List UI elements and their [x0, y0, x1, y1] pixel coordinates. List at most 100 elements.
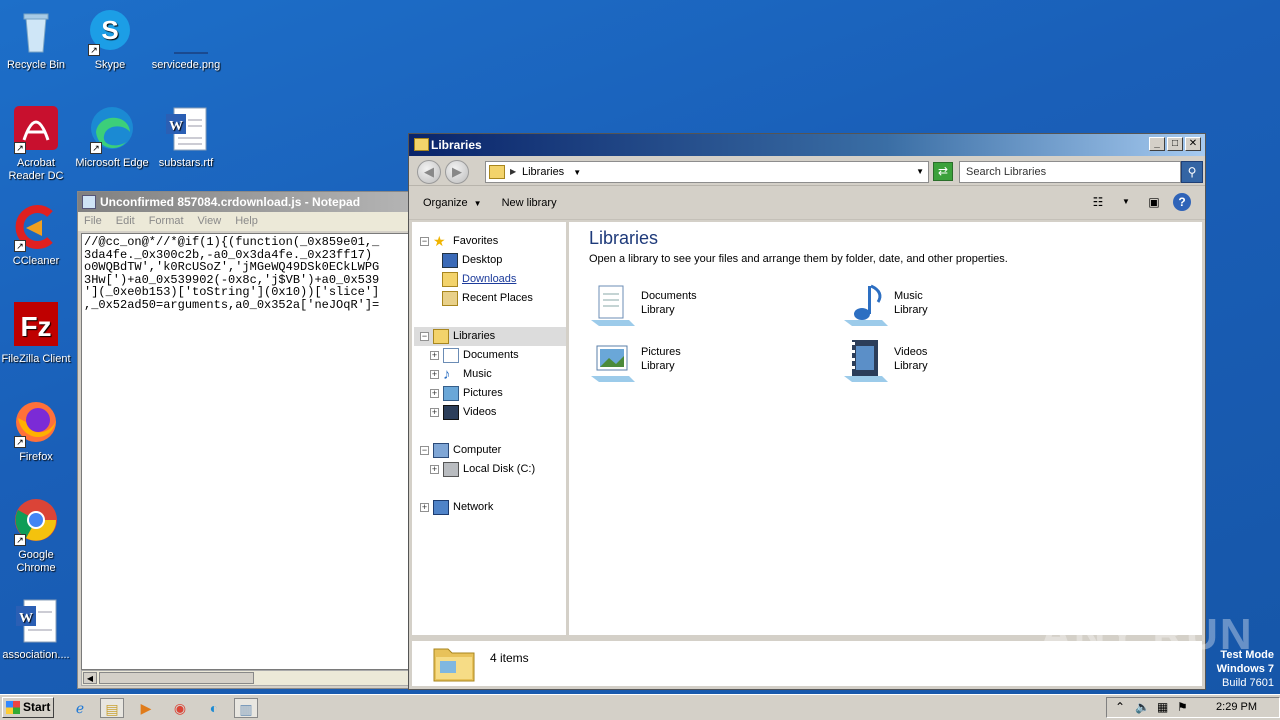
library-item-documents[interactable]: Documents Library: [589, 282, 819, 332]
explorer-window[interactable]: Libraries _ □ ✕ ◀ ▶ ▶ Libraries ▼ ▼ ⇄ Se…: [408, 133, 1206, 690]
clock[interactable]: 2:29 PM: [1216, 701, 1257, 713]
notepad-titlebar[interactable]: Unconfirmed 857084.crdownload.js - Notep…: [78, 192, 416, 212]
shortcut-arrow-icon: ↗: [14, 534, 26, 546]
menu-view[interactable]: View: [198, 212, 222, 231]
collapse-icon[interactable]: −: [420, 332, 429, 341]
svg-text:Fz: Fz: [20, 311, 51, 342]
back-button[interactable]: ◀: [417, 160, 441, 184]
edge-taskbar-icon[interactable]: ◐: [202, 698, 226, 718]
menu-format[interactable]: Format: [149, 212, 184, 231]
desktop-icon-recycle-bin[interactable]: Recycle Bin: [0, 8, 74, 72]
chevron-down-icon: ▼: [473, 198, 482, 208]
pictures-library-icon: [443, 386, 459, 401]
expand-icon[interactable]: +: [430, 351, 439, 360]
expand-icon[interactable]: +: [430, 389, 439, 398]
notepad-taskbar-icon[interactable]: ▥: [234, 698, 258, 718]
collapse-icon[interactable]: −: [420, 237, 429, 246]
library-item-videos[interactable]: Videos Library: [842, 338, 1072, 388]
breadcrumb-dropdown-icon[interactable]: ▼: [573, 168, 581, 177]
recent-places-icon: [442, 291, 458, 306]
volume-icon[interactable]: 🔈: [1135, 700, 1150, 714]
tree-label: Desktop: [462, 254, 503, 266]
libraries-folder-icon: [433, 329, 449, 344]
network-icon: [433, 500, 449, 515]
forward-button[interactable]: ▶: [445, 160, 469, 184]
menu-edit[interactable]: Edit: [116, 212, 135, 231]
desktop-icon-ccleaner[interactable]: ↗ CCleaner: [0, 204, 74, 268]
tree-item-favorites[interactable]: − ★ Favorites: [420, 232, 570, 251]
content-pane[interactable]: Libraries Open a library to see your fil…: [572, 222, 1202, 635]
breadcrumb-libraries[interactable]: Libraries: [522, 166, 564, 178]
edge-icon: ↗: [88, 106, 136, 154]
recycle-bin-icon: [12, 8, 60, 56]
action-center-flag-icon[interactable]: ⚑: [1177, 700, 1188, 714]
minimize-button[interactable]: _: [1149, 137, 1165, 151]
notepad-text-area[interactable]: //@cc_on@*//*@if(1){(function(_0x859e01,…: [81, 233, 416, 670]
desktop-icon-firefox[interactable]: ↗ Firefox: [0, 400, 74, 464]
scroll-left-icon[interactable]: ◀: [83, 672, 97, 684]
horizontal-scrollbar[interactable]: ◀: [81, 670, 416, 686]
desktop-icon-filezilla[interactable]: Fz FileZilla Client: [0, 302, 74, 366]
network-tray-icon[interactable]: ▦: [1157, 700, 1168, 714]
tree-label: Documents: [463, 349, 519, 361]
refresh-button[interactable]: ⇄: [933, 162, 953, 181]
internet-explorer-icon[interactable]: ℯ: [68, 698, 92, 718]
text-line: '](_0xe0b153)['toString'](0x10))['slice'…: [84, 285, 380, 299]
menu-file[interactable]: File: [84, 212, 102, 231]
content-heading: Libraries: [589, 228, 659, 248]
view-dropdown-icon[interactable]: ▼: [1117, 193, 1135, 211]
explorer-titlebar[interactable]: Libraries _ □ ✕: [409, 134, 1205, 156]
navigation-pane[interactable]: − ★ Favorites Desktop Downloads Recent P…: [412, 222, 569, 635]
help-icon[interactable]: ?: [1173, 193, 1191, 211]
svg-text:S: S: [101, 15, 118, 45]
desktop-icon-label: substars.rtf: [158, 157, 214, 169]
show-hidden-icons-icon[interactable]: ⌃: [1115, 700, 1125, 714]
library-item-pictures[interactable]: Pictures Library: [589, 338, 819, 388]
address-bar[interactable]: ▶ Libraries ▼ ▼: [485, 161, 929, 183]
music-library-icon: [844, 284, 888, 326]
expand-icon[interactable]: +: [430, 465, 439, 474]
chrome-icon: ↗: [12, 498, 60, 546]
tree-label: Downloads: [462, 273, 517, 285]
desktop-icon-substars[interactable]: W substars.rtf: [148, 106, 224, 170]
hard-drive-icon: [443, 462, 459, 477]
library-item-music[interactable]: Music Library: [842, 282, 1072, 332]
address-history-dropdown-icon[interactable]: ▼: [916, 162, 924, 182]
scrollbar-thumb[interactable]: [99, 672, 254, 684]
shortcut-arrow-icon: ↗: [90, 142, 102, 154]
maximize-button[interactable]: □: [1167, 137, 1183, 151]
breadcrumb-arrow-icon[interactable]: ▶: [510, 162, 516, 182]
tree-item-libraries[interactable]: − Libraries: [414, 327, 566, 346]
expand-icon[interactable]: +: [420, 503, 429, 512]
collapse-icon[interactable]: −: [420, 446, 429, 455]
firefox-icon: ↗: [12, 400, 60, 448]
search-input[interactable]: Search Libraries: [959, 161, 1181, 183]
library-name: Documents: [641, 290, 697, 302]
expand-icon[interactable]: +: [430, 370, 439, 379]
desktop-icon-association[interactable]: W association....: [0, 598, 74, 662]
desktop-icon-acrobat[interactable]: ↗ Acrobat Reader DC: [0, 106, 74, 183]
documents-library-icon: [591, 285, 635, 326]
expand-icon[interactable]: +: [430, 408, 439, 417]
desktop-icon-chrome[interactable]: ↗ Google Chrome: [0, 498, 74, 575]
media-player-icon[interactable]: ▶: [134, 698, 158, 718]
downloads-folder-icon: [442, 272, 458, 287]
desktop-icon-label: Google Chrome: [16, 549, 56, 574]
chrome-taskbar-icon[interactable]: ◉: [168, 698, 192, 718]
menu-help[interactable]: Help: [235, 212, 258, 231]
preview-pane-icon[interactable]: ▣: [1145, 193, 1163, 211]
close-button[interactable]: ✕: [1185, 137, 1201, 151]
notepad-window[interactable]: Unconfirmed 857084.crdownload.js - Notep…: [77, 191, 417, 689]
desktop-icon-servicede[interactable]: servicede.png: [148, 8, 224, 72]
start-button[interactable]: Start: [2, 697, 54, 718]
desktop-icon-skype[interactable]: S ↗ Skype: [72, 8, 148, 72]
explorer-taskbar-icon[interactable]: ▤: [100, 698, 124, 718]
videos-library-icon: [844, 340, 888, 382]
desktop-icon: [442, 253, 458, 268]
new-library-button[interactable]: New library: [502, 197, 557, 209]
text-line: //@cc_on@*//*@if(1){(function(_0x859e01,…: [84, 235, 380, 249]
desktop-icon-edge[interactable]: ↗ Microsoft Edge: [74, 106, 150, 170]
search-icon[interactable]: ⚲: [1181, 161, 1203, 183]
organize-button[interactable]: Organize ▼: [423, 197, 482, 209]
view-options-icon[interactable]: ☷: [1089, 193, 1107, 211]
